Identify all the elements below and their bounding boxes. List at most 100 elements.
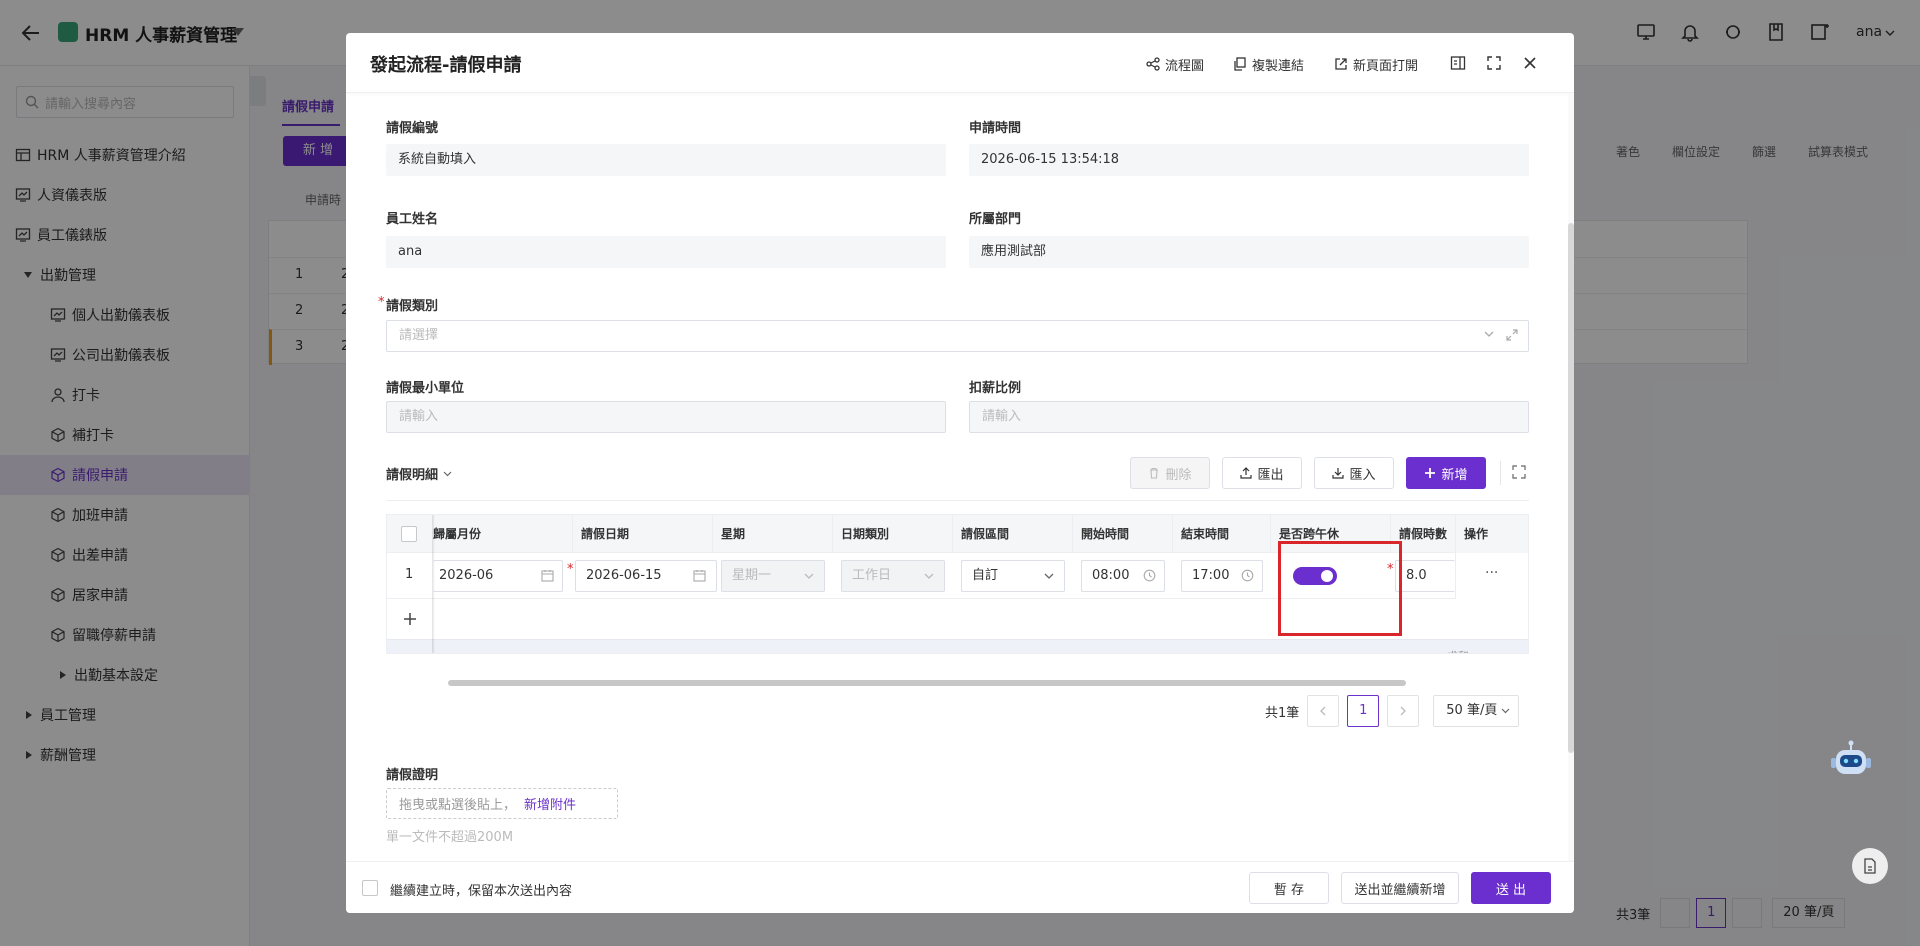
date-type-select[interactable]: 工作日 xyxy=(841,560,945,592)
pagination-page-1[interactable]: 1 xyxy=(1347,695,1380,727)
proof-label: 請假證明 xyxy=(386,768,439,783)
end-time-value: 17:00 xyxy=(1192,568,1230,583)
attachment-limit: 單一文件不超過200M xyxy=(386,830,514,845)
save-draft-button[interactable]: 暫 存 xyxy=(1249,872,1329,904)
flow-chart-icon xyxy=(1146,57,1165,71)
open-new-page-button[interactable]: 新頁面打開 xyxy=(1334,54,1418,74)
detail-hscrollbar-thumb[interactable] xyxy=(448,680,1406,686)
chevron-down-icon xyxy=(1501,708,1510,714)
calendar-icon xyxy=(693,569,706,582)
required-asterisk: * xyxy=(567,562,574,577)
page-size-select[interactable]: 50 筆/頁 xyxy=(1433,695,1520,727)
hours-value: 8.0 xyxy=(1406,568,1427,583)
keep-content-label[interactable]: 繼續建立時，保留本次送出內容 xyxy=(390,880,572,899)
trash-icon xyxy=(1148,467,1160,479)
detail-export-label: 匯出 xyxy=(1257,467,1284,483)
add-row-button[interactable] xyxy=(387,599,433,639)
submit-continue-button[interactable]: 送出並繼續新增 xyxy=(1341,872,1459,904)
more-actions-icon[interactable]: ··· xyxy=(1485,565,1498,581)
start-time-picker[interactable]: 08:00 xyxy=(1081,560,1165,592)
open-new-page-label: 新頁面打開 xyxy=(1353,58,1419,74)
copy-link-button[interactable]: 複製連結 xyxy=(1233,54,1304,74)
min-unit-input[interactable]: 請輸入 xyxy=(386,401,946,433)
calendar-icon xyxy=(541,569,554,582)
col-date: 請假日期 xyxy=(573,515,713,553)
document-icon xyxy=(1863,858,1877,874)
copy-link-label: 複製連結 xyxy=(1252,58,1305,74)
min-unit-placeholder: 請輸入 xyxy=(399,409,439,424)
chevron-down-icon xyxy=(924,573,934,579)
deduct-ratio-label: 扣薪比例 xyxy=(969,381,1022,396)
expand-icon[interactable] xyxy=(1506,329,1518,341)
end-time-picker[interactable]: 17:00 xyxy=(1181,560,1263,592)
modal-scrollbar-thumb[interactable] xyxy=(1568,223,1574,753)
start-time-value: 08:00 xyxy=(1092,568,1130,583)
attachment-dropzone[interactable]: 拖曳或點選後貼上， 新增附件 xyxy=(386,788,618,819)
flow-chart-label: 流程圖 xyxy=(1165,58,1205,74)
pagination-next-button[interactable] xyxy=(1387,695,1420,727)
leave-detail-title[interactable]: 請假明細 xyxy=(386,464,452,483)
chevron-down-icon xyxy=(804,573,814,579)
fullscreen-icon[interactable] xyxy=(1486,55,1502,71)
add-attachment-link[interactable]: 新增附件 xyxy=(524,794,576,813)
frozen-column-shadow xyxy=(432,515,435,653)
flow-chart-button[interactable]: 流程圖 xyxy=(1146,54,1204,74)
copy-icon xyxy=(1233,57,1252,71)
modal-scrollbar[interactable] xyxy=(1568,93,1574,861)
sum-label: 求和 xyxy=(1447,648,1469,653)
detail-pagination-total: 共1筆 xyxy=(1265,705,1300,721)
pagination-prev-button[interactable] xyxy=(1307,695,1340,727)
month-value: 2026-06 xyxy=(439,568,494,583)
detail-import-button[interactable]: 匯入 xyxy=(1314,457,1394,489)
employee-label: 員工姓名 xyxy=(386,212,439,227)
weekday-value: 星期一 xyxy=(732,568,772,583)
document-float-button[interactable] xyxy=(1852,848,1888,884)
date-value: 2026-06-15 xyxy=(586,568,662,583)
modal-footer: 繼續建立時，保留本次送出內容 暫 存 送出並繼續新增 送 出 xyxy=(346,861,1574,913)
dept-label: 所屬部門 xyxy=(969,212,1022,227)
close-icon[interactable] xyxy=(1522,55,1538,71)
clock-icon xyxy=(1143,569,1156,582)
month-picker[interactable]: 2026-06 xyxy=(433,560,563,592)
divider xyxy=(386,500,1529,501)
plus-icon xyxy=(1424,467,1436,479)
deduct-ratio-input[interactable]: 請輸入 xyxy=(969,401,1529,433)
weekday-select[interactable]: 星期一 xyxy=(721,560,825,592)
date-picker[interactable]: 2026-06-15 xyxy=(575,560,717,592)
modal-title: 發起流程-請假申請 xyxy=(370,55,522,76)
leave-no-value: 系統自動填入 xyxy=(386,144,946,176)
col-start: 開始時間 xyxy=(1073,515,1173,553)
side-panel-icon[interactable] xyxy=(1450,55,1466,71)
select-all-checkbox[interactable] xyxy=(401,526,417,542)
detail-fullscreen-icon[interactable] xyxy=(1512,465,1526,479)
plus-icon xyxy=(403,612,417,626)
deduct-ratio-placeholder: 請輸入 xyxy=(982,409,1022,424)
min-unit-label: 請假最小單位 xyxy=(386,381,465,396)
date-type-value: 工作日 xyxy=(852,568,892,583)
required-asterisk: * xyxy=(378,295,385,310)
employee-value: ana xyxy=(386,236,946,268)
detail-delete-button[interactable]: 刪除 xyxy=(1130,457,1210,489)
detail-add-button[interactable]: 新增 xyxy=(1406,457,1486,489)
col-date-type: 日期類別 xyxy=(833,515,953,553)
chevron-down-icon xyxy=(1044,573,1054,579)
modal-header: 發起流程-請假申請 流程圖 複製連結 新頁面打開 xyxy=(346,33,1574,93)
detail-export-button[interactable]: 匯出 xyxy=(1222,457,1302,489)
chevron-down-icon xyxy=(1484,331,1494,337)
leave-type-label: 請假類別 xyxy=(386,299,439,314)
dept-value: 應用測試部 xyxy=(969,236,1529,268)
detail-delete-label: 刪除 xyxy=(1165,467,1192,483)
assistant-robot-icon[interactable] xyxy=(1828,738,1874,784)
col-weekday: 星期 xyxy=(713,515,833,553)
apply-time-value: 2026-06-15 13:54:18 xyxy=(969,144,1529,176)
chevron-down-icon xyxy=(443,471,452,477)
col-interval: 請假區間 xyxy=(953,515,1073,553)
apply-time-label: 申請時間 xyxy=(969,121,1022,136)
keep-content-checkbox[interactable] xyxy=(362,880,378,896)
chevron-right-icon xyxy=(1400,706,1407,716)
leave-type-select[interactable]: 請選擇 xyxy=(386,320,1529,352)
hours-input[interactable]: 8.0 xyxy=(1395,560,1455,592)
submit-button[interactable]: 送 出 xyxy=(1471,872,1551,904)
leave-type-placeholder: 請選擇 xyxy=(399,328,439,343)
interval-select[interactable]: 自訂 xyxy=(961,560,1065,592)
